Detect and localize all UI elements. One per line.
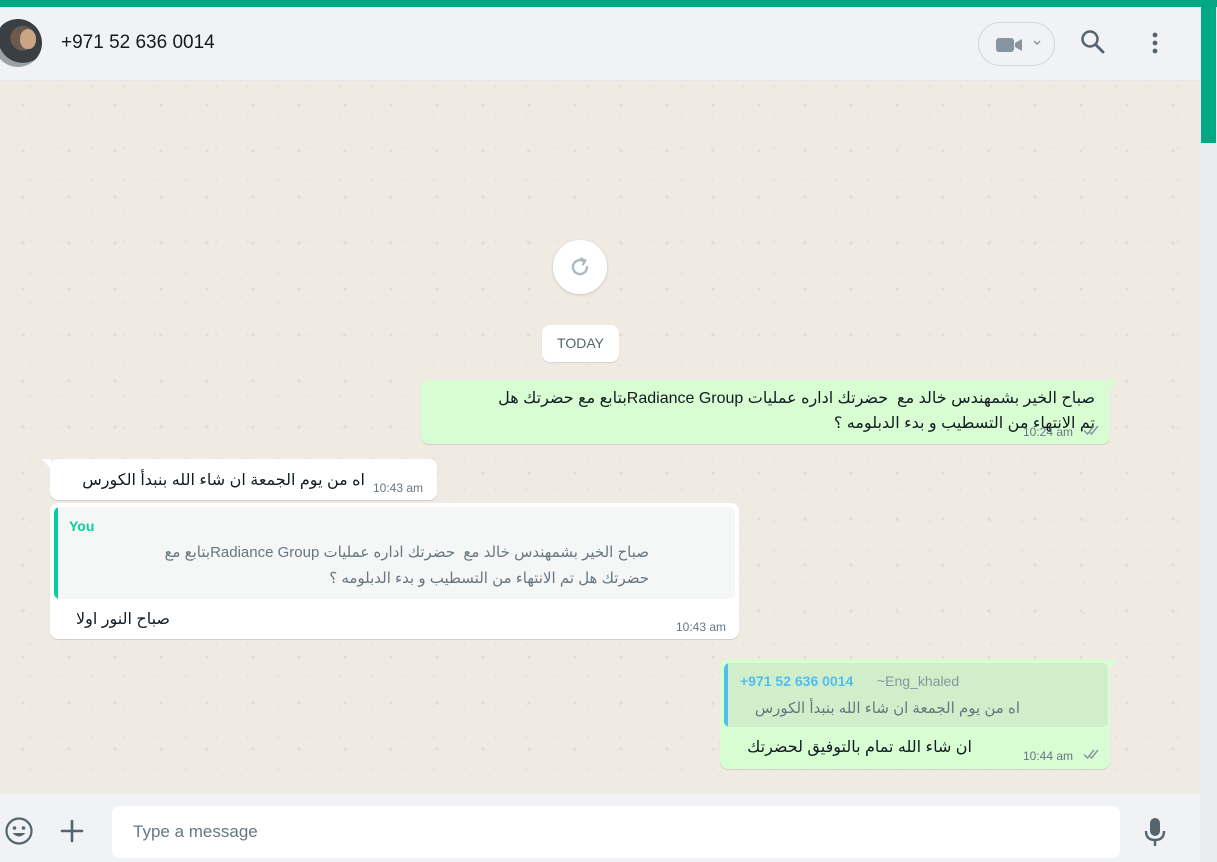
page-scrollbar[interactable] [1200,7,1217,862]
quote-accent-bar [54,507,58,599]
emoji-icon[interactable] [4,816,34,846]
message-bubble-outgoing-reply[interactable]: +971 52 636 0014 ~Eng_khaled اه من يوم ا… [720,659,1118,769]
message-composer [0,794,1200,862]
contact-name[interactable]: +971 52 636 0014 [61,32,215,54]
quote-text: اه من يوم الجمعة ان شاء الله بنبدأ الكور… [754,700,1020,717]
top-accent-strip [0,0,1217,7]
message-bubble-incoming-reply[interactable]: You صباح الخير بشمهندس خالد مع حضرتك ادا… [50,503,739,639]
scrollbar-thumb[interactable] [1201,7,1216,143]
message-time: 10:43 am [676,620,727,634]
message-text: صباح الخير بشمهندس خالد مع حضرتك اداره ع… [498,390,1095,432]
more-vertical-icon[interactable] [1146,29,1164,55]
message-bubble-outgoing[interactable]: صباح الخير بشمهندس خالد مع حضرتك اداره ع… [421,380,1118,444]
bubble-tail [42,459,51,469]
plus-icon[interactable] [60,819,84,843]
message-time: 10:44 am [1023,749,1074,763]
message-bubble-incoming[interactable]: اه من يوم الجمعة ان شاء الله بنبدأ الكور… [42,459,437,500]
message-time: 10:24 am [1023,425,1074,439]
quote-author: You [69,518,95,534]
quoted-message[interactable]: +971 52 636 0014 ~Eng_khaled اه من يوم ا… [724,663,1108,727]
quote-pushname: ~Eng_khaled [877,673,960,689]
double-check-icon [1083,749,1099,760]
quoted-message[interactable]: You صباح الخير بشمهندس خالد مع حضرتك ادا… [54,507,735,599]
message-text: صباح النور اولا [76,611,170,628]
microphone-icon[interactable] [1143,817,1167,847]
load-more-button[interactable] [553,240,607,294]
quote-accent-bar [724,663,728,727]
contact-avatar[interactable] [0,19,42,67]
refresh-icon [571,257,589,276]
date-separator: TODAY [542,325,619,362]
chevron-down-icon [1033,40,1041,46]
message-input[interactable] [112,806,1120,858]
message-time: 10:43 am [373,481,424,495]
message-text: اه من يوم الجمعة ان شاء الله بنبدأ الكور… [82,472,365,489]
bubble-tail [1109,659,1118,669]
video-camera-icon [996,38,1022,52]
double-check-icon [1083,425,1099,436]
message-text: ان شاء الله تمام بالتوفيق لحضرتك [747,739,972,756]
chat-header: +971 52 636 0014 [0,7,1200,81]
quote-text: صباح الخير بشمهندس خالد مع حضرتك اداره ع… [164,544,649,587]
bubble-tail [1109,380,1118,390]
video-call-button[interactable] [978,22,1055,66]
quote-author: +971 52 636 0014 [740,673,854,689]
message-list[interactable]: TODAY صباح الخير بشمهندس خالد مع حضرتك ا… [0,82,1200,794]
search-icon[interactable] [1080,29,1106,55]
